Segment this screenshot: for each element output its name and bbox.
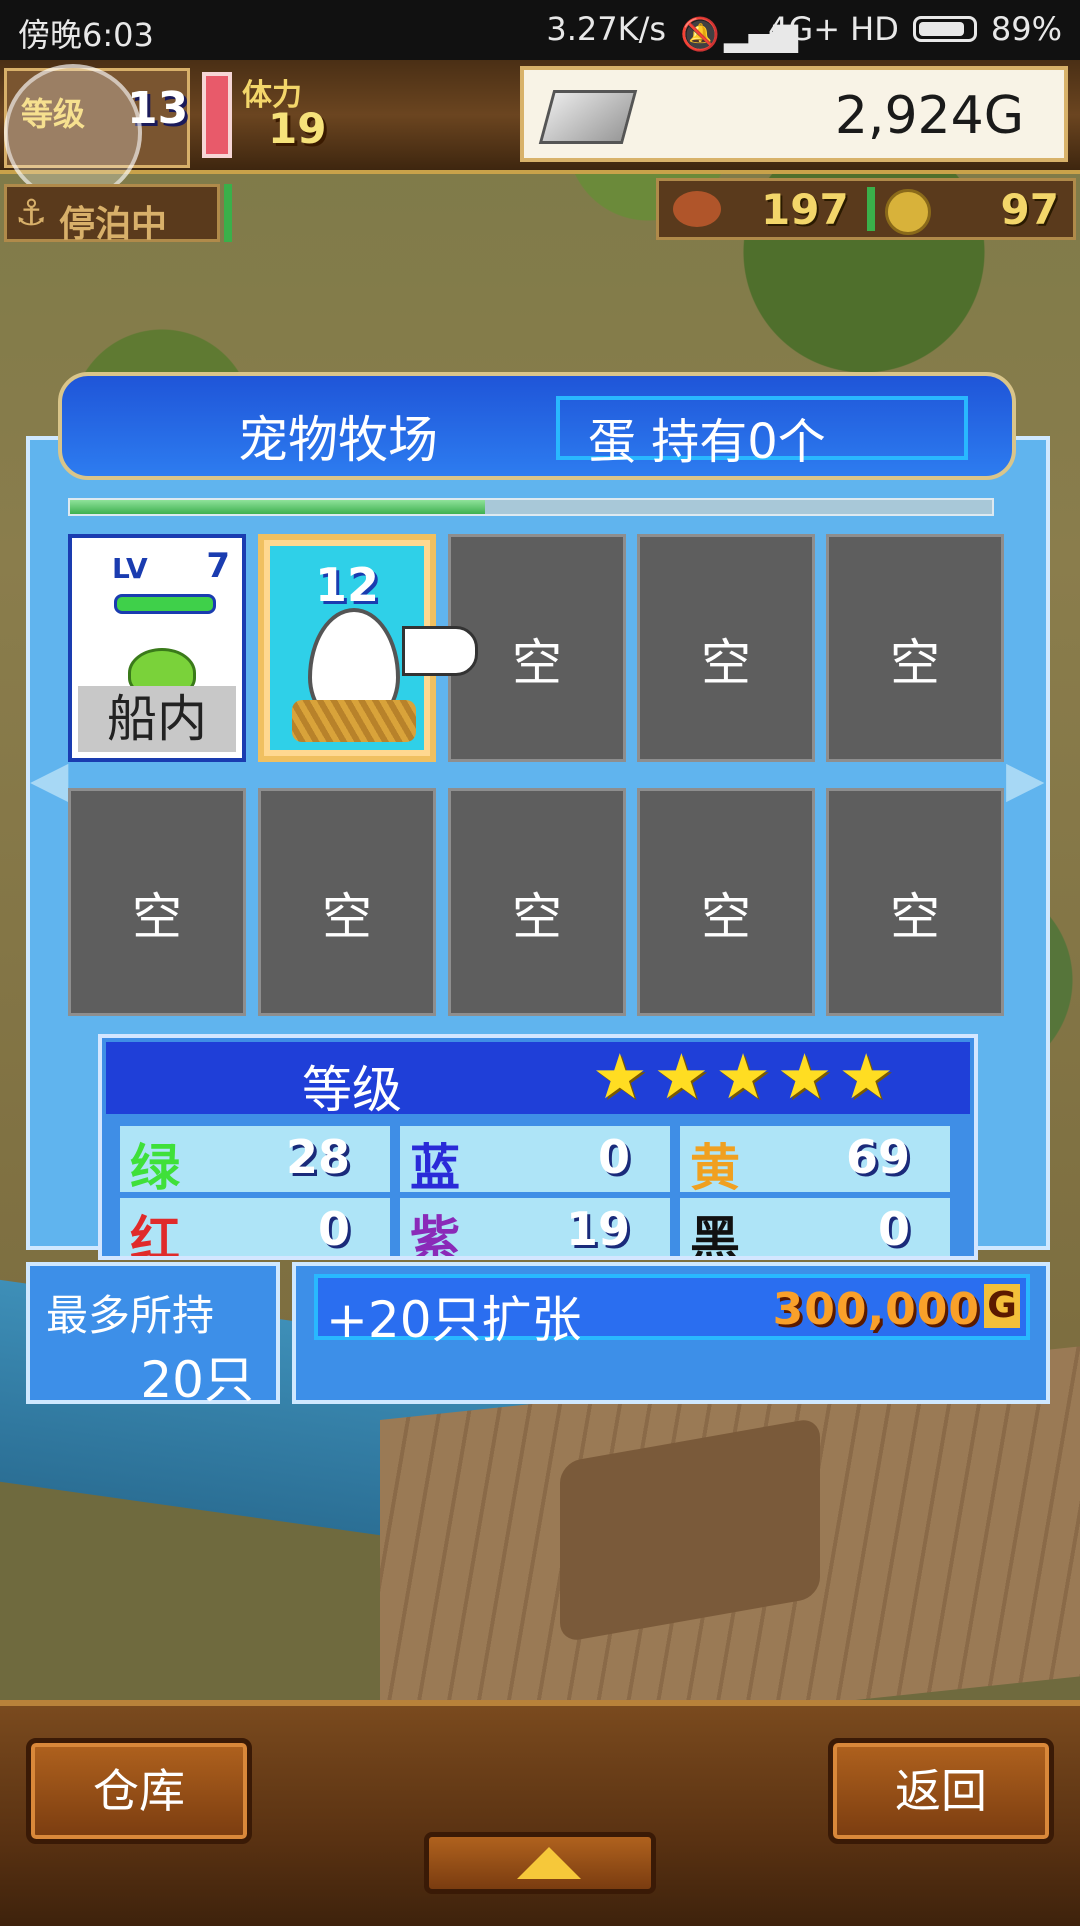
stat-value: 0 (317, 1202, 350, 1256)
egg-count-label: 蛋 持有0个 (588, 414, 826, 470)
food-icon (673, 191, 721, 227)
stats-title: 等级 (302, 1061, 402, 1119)
scroll-left-arrow-icon[interactable]: ◀ (30, 750, 68, 808)
stat-value: 69 (845, 1130, 910, 1184)
battery-percent: 89% (990, 10, 1062, 48)
empty-slot[interactable]: 空 (258, 788, 436, 1016)
status-time: 傍晚6:03 (18, 16, 154, 54)
resource-bar: 197 97 (656, 178, 1076, 240)
pet-level-value: 7 (206, 546, 230, 586)
floating-controller-icon[interactable] (4, 64, 142, 202)
stat-value: 28 (285, 1130, 350, 1184)
coin-value: 97 (1000, 185, 1059, 234)
stat-value: 0 (877, 1202, 910, 1256)
ranch-progress-fill (70, 500, 485, 514)
ranch-progress-bar (68, 498, 994, 516)
empty-slot[interactable]: 空 (68, 788, 246, 1016)
docked-label: 停泊中 (59, 204, 168, 245)
resource-separator (867, 187, 875, 231)
star-icon: ★ (776, 1040, 833, 1113)
empty-slot-label: 空 (322, 888, 372, 946)
battery-icon (912, 16, 977, 42)
stat-value: 0 (597, 1130, 630, 1184)
network-type: 4G+ HD (768, 10, 899, 48)
empty-slot-label: 空 (701, 888, 751, 946)
stat-cell-purple: 紫 19 (400, 1198, 670, 1260)
empty-slot[interactable]: 空 (448, 788, 626, 1016)
expand-panel: +20只扩张 300,000 G (292, 1262, 1050, 1404)
ranch-title: 宠物牧场 (238, 411, 438, 469)
stat-cell-green: 绿 28 (120, 1126, 390, 1197)
empty-slot-label: 空 (890, 634, 940, 692)
empty-slot[interactable]: 空 (637, 534, 815, 762)
expand-button[interactable]: +20只扩张 300,000 G (314, 1274, 1030, 1349)
empty-slot[interactable]: 空 (826, 534, 1004, 762)
game-hud: 等级 13 体力 19 2,924G (0, 60, 1080, 202)
empty-slot-label: 空 (512, 888, 562, 946)
ranch-title-bar: 宠物牧场 蛋 持有0个 (58, 372, 1016, 480)
star-icon: ★ (653, 1040, 710, 1113)
egg-count-box: 蛋 持有0个 (556, 396, 968, 470)
stat-cell-black: 黑 0 (680, 1198, 950, 1260)
capacity-label: 最多所持 (46, 1291, 215, 1340)
stat-value: 19 (565, 1202, 630, 1256)
pet-slot-1[interactable]: LV 7 船内 (68, 534, 246, 762)
pointing-hand-icon (402, 626, 478, 676)
star-icon: ★ (715, 1040, 771, 1113)
stats-header: 等级 ★ ★ ★ ★ ★ (106, 1042, 970, 1119)
pet-grid: LV 7 船内 12 空 空 空 空 空 空 空 空 (68, 534, 1004, 1018)
expand-up-button[interactable] (424, 1832, 656, 1894)
stat-key: 红 (130, 1211, 180, 1260)
pet-level-label: LV (112, 552, 148, 585)
stamina-bar (202, 72, 232, 158)
signal-icon: ▂▄▆ (724, 15, 798, 53)
food-value: 197 (761, 185, 849, 234)
empty-slot-label: 空 (890, 888, 940, 946)
stats-panel: 等级 ★ ★ ★ ★ ★ 绿 28 蓝 0 黄 69 红 0 紫 19 黑 0 (98, 1034, 978, 1260)
stat-cell-blue: 蓝 0 (400, 1126, 670, 1197)
coin-icon (885, 189, 931, 235)
egg-timer: 12 (314, 558, 379, 612)
empty-slot-label: 空 (132, 888, 182, 946)
star-icon: ★ (838, 1040, 894, 1113)
gold-panel: 2,924G (520, 66, 1068, 162)
nest-icon (292, 700, 416, 742)
expand-label: +20只扩张 (326, 1291, 582, 1349)
status-right: 3.27K/s 🔕 ▂▄▆ 4G+ HD 89% (546, 10, 1062, 53)
gold-value: 2,924G (834, 86, 1024, 146)
up-arrow-icon (517, 1847, 581, 1879)
stat-key: 黄 (690, 1139, 740, 1197)
silver-bar-icon (538, 90, 638, 144)
anchor-icon: ⚓ (15, 193, 48, 234)
stat-cell-yellow: 黄 69 (680, 1126, 950, 1197)
stat-key: 紫 (410, 1211, 460, 1260)
star-icon: ★ (592, 1040, 648, 1113)
stat-cell-red: 红 0 (120, 1198, 390, 1260)
scroll-right-arrow-icon[interactable]: ▶ (1006, 750, 1044, 808)
gold-currency-icon: G (984, 1284, 1020, 1328)
capacity-panel: 最多所持 20只 (26, 1262, 280, 1409)
back-button[interactable]: 返回 (828, 1738, 1054, 1844)
rank-stars: ★ ★ ★ ★ ★ (592, 1046, 894, 1108)
expand-price: 300,000 (772, 1284, 980, 1335)
pet-location: 船内 (78, 686, 236, 752)
warehouse-button[interactable]: 仓库 (26, 1738, 252, 1844)
docked-indicator (224, 184, 232, 242)
empty-slot-label: 空 (701, 634, 751, 692)
pet-hp-bar (114, 594, 216, 614)
stamina-value: 19 (268, 104, 327, 153)
docked-status: ⚓ 停泊中 (4, 184, 220, 245)
stat-key: 黑 (690, 1211, 740, 1260)
empty-slot[interactable]: 空 (826, 788, 1004, 1016)
network-speed: 3.27K/s (546, 10, 667, 48)
mute-icon: 🔕 (680, 15, 720, 53)
status-bar: 傍晚6:03 3.27K/s 🔕 ▂▄▆ 4G+ HD 89% (0, 0, 1080, 60)
stat-key: 蓝 (410, 1139, 460, 1197)
empty-slot[interactable]: 空 (637, 788, 815, 1016)
capacity-value: 20只 (140, 1351, 254, 1409)
stat-key: 绿 (130, 1139, 180, 1197)
